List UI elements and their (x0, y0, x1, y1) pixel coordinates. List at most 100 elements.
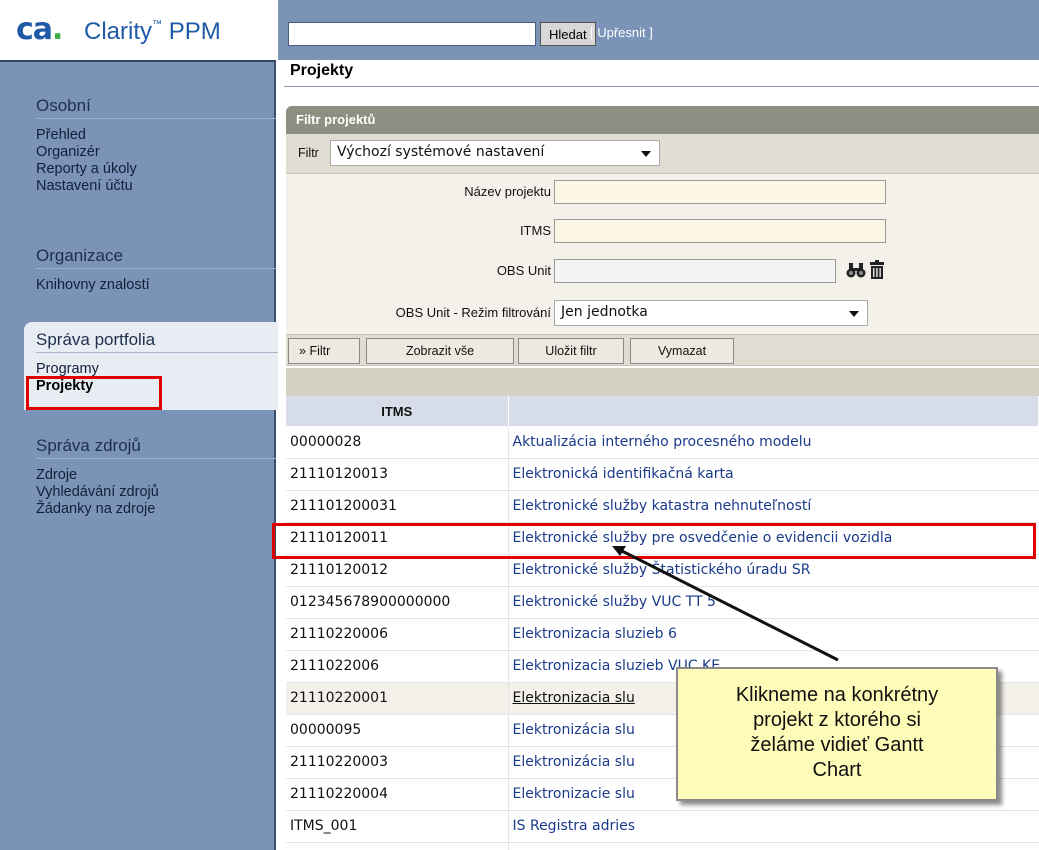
table-row[interactable]: 00000028 Aktualizácia interného procesnéh… (286, 426, 1039, 459)
nav-heading-organizace: Organizace (36, 246, 276, 269)
nav-section-organizace: Organizace Knihovny znalostí (36, 246, 276, 294)
project-link[interactable]: Elektronizácia slu (513, 722, 635, 738)
cell-project-name: Elektronické služby katastra nehnuteľnos… (508, 490, 1039, 523)
refine-search-link[interactable]: [ Upřesnit ] (590, 25, 653, 40)
nav-section-osobni: Osobní Přehled Organizér Reporty a úkoly… (36, 96, 276, 195)
sidebar-item-zadanky[interactable]: Žádanky na zdroje (36, 501, 276, 518)
cell-itms: 21110120013 (286, 458, 509, 491)
binoculars-icon[interactable] (846, 260, 866, 280)
nav-heading-sprava-zdroju: Správa zdrojů (36, 436, 276, 459)
sidebar-item-reporty[interactable]: Reporty a úkoly (36, 161, 276, 178)
double-chevron-icon: » (299, 344, 306, 358)
instruction-callout: Klikneme na konkrétny projekt z ktorého … (676, 667, 998, 801)
projekty-highlight-box (26, 376, 162, 410)
show-all-button[interactable]: Zobrazit vše (366, 338, 514, 364)
project-link[interactable]: Elektronizácia slu (513, 754, 635, 770)
filter-toggle-button[interactable]: » Filtr (288, 338, 360, 364)
list-toolbar (286, 368, 1039, 396)
filter-panel-header: Filtr projektů (286, 106, 1039, 134)
callout-line-2: projekt z ktorého si (753, 709, 921, 731)
search-button[interactable]: Hledat (540, 22, 596, 46)
search-input[interactable] (288, 22, 536, 46)
cell-itms: ITMS_001 (286, 810, 509, 843)
filter-select-row: Filtr Výchozí systémové nastavení (286, 134, 1039, 174)
cell-project-name: Elektronická identifikačná karta (508, 458, 1039, 491)
top-search-bar: Hledat [ Upřesnit ] (278, 0, 1039, 60)
itms-label: ITMS (519, 223, 551, 238)
table-header-row: ITMS (286, 396, 1039, 426)
clear-button[interactable]: Vymazat (630, 338, 734, 364)
sidebar-item-organizer[interactable]: Organizér (36, 144, 276, 161)
column-header-name[interactable] (508, 396, 1039, 426)
project-link[interactable]: Elektronizacia slu (513, 690, 635, 706)
sidebar-item-nastaveni[interactable]: Nastavení účtu (36, 178, 276, 195)
trash-icon[interactable] (868, 260, 886, 280)
left-sidebar: ca. Clarity™ PPM Osobní Přehled Organizé… (0, 0, 278, 850)
cell-itms: 21110220001 (286, 682, 509, 715)
cell-itms: 21110220003 (286, 746, 509, 779)
filter-button-label: Filtr (309, 344, 331, 358)
obs-mode-label: OBS Unit - Režim filtrování (395, 305, 551, 320)
nav-heading-osobni: Osobní (36, 96, 276, 119)
filter-panel-title: Filtr projektů (296, 112, 376, 127)
cell-itms: 211101200031 (286, 490, 509, 523)
filter-select[interactable]: Výchozí systémové nastavení (330, 140, 660, 166)
project-link[interactable]: Elektronická identifikačná karta (513, 466, 734, 482)
sidebar-item-prehled[interactable]: Přehled (36, 127, 276, 144)
table-row[interactable]: 00000094OPIS (286, 842, 1039, 850)
logo: ca. Clarity™ PPM (0, 0, 276, 62)
project-name-field[interactable] (554, 180, 886, 204)
project-link[interactable]: Aktualizácia interného procesného modelu (513, 434, 812, 450)
cell-project-name: Elektronické služby pre osvedčenie o evi… (508, 522, 1039, 555)
chevron-down-icon (641, 151, 651, 157)
product-name: Clarity™ PPM (84, 18, 221, 45)
ca-logo-mark: ca. (16, 12, 63, 47)
cell-project-name: Aktualizácia interného procesného modelu (508, 426, 1039, 459)
table-row[interactable]: 21110220006 Elektronizacia sluzieb 6 (286, 618, 1039, 651)
obs-unit-label: OBS Unit (496, 263, 551, 278)
cell-itms: 00000028 (286, 426, 509, 459)
save-filter-button[interactable]: Uložit filtr (518, 338, 624, 364)
table-row[interactable]: 21110120011 Elektronické služby pre osved… (286, 522, 1039, 555)
table-row[interactable]: ITMS_001 IS Registra adries (286, 810, 1039, 843)
sidebar-item-zdroje[interactable]: Zdroje (36, 467, 276, 484)
cell-itms: 00000094 (286, 842, 509, 850)
table-row[interactable]: 012345678900000000 Elektronické služby VU… (286, 586, 1039, 619)
cell-itms: 2111022006 (286, 650, 509, 683)
cell-itms: 21110120011 (286, 522, 509, 555)
project-link[interactable]: Elektronické služby pre osvedčenie o evi… (513, 530, 893, 546)
project-link[interactable]: Elektronické služby katastra nehnuteľnos… (513, 498, 812, 514)
callout-line-4: Chart (812, 759, 862, 781)
cell-project-name: IS Registra adries (508, 810, 1039, 843)
itms-field[interactable] (554, 219, 886, 243)
cell-itms: 21110220004 (286, 778, 509, 811)
obs-unit-actions (846, 260, 886, 280)
column-header-itms[interactable]: ITMS (286, 396, 509, 426)
callout-line-3: želáme vidieť Gantt (750, 734, 924, 756)
table-row[interactable]: 21110120012 Elektronické služby Štatistic… (286, 554, 1039, 587)
cell-project-name: OPIS (508, 842, 1039, 850)
nav-heading-sprava-portfolia: Správa portfolia (36, 330, 278, 353)
cell-itms: 21110120012 (286, 554, 509, 587)
obs-unit-field[interactable] (554, 259, 836, 283)
cell-itms: 012345678900000000 (286, 586, 509, 619)
sidebar-item-vyhledavani[interactable]: Vyhledávání zdrojů (36, 484, 276, 501)
cell-project-name: Elektronizacia sluzieb 6 (508, 618, 1039, 651)
nav-section-sprava-zdroju: Správa zdrojů Zdroje Vyhledávání zdrojů … (36, 436, 276, 518)
project-link[interactable]: Elektronizacia sluzieb 6 (513, 626, 677, 642)
cell-itms: 00000095 (286, 714, 509, 747)
page-title: Projekty (290, 62, 354, 79)
project-link[interactable]: IS Registra adries (513, 818, 636, 834)
filter-select-value: Výchozí systémové nastavení (337, 144, 545, 160)
sidebar-item-knihovny[interactable]: Knihovny znalostí (36, 277, 276, 294)
title-divider (284, 86, 1039, 87)
obs-mode-select[interactable]: Jen jednotka (554, 300, 868, 326)
cell-itms: 21110220006 (286, 618, 509, 651)
callout-line-1: Klikneme na konkrétny (735, 684, 939, 706)
table-row[interactable]: 21110120013 Elektronická identifikačná ka… (286, 458, 1039, 491)
project-link[interactable]: Elektronizacie slu (513, 786, 635, 802)
filter-fields: Název projektu ITMS OBS Unit OBS Unit - … (286, 174, 1039, 334)
project-link[interactable]: Elektronické služby VUC TT 5 (513, 594, 716, 610)
project-link[interactable]: Elektronické služby Štatistického úradu … (513, 562, 811, 578)
table-row[interactable]: 211101200031 Elektronické služby katastra… (286, 490, 1039, 523)
